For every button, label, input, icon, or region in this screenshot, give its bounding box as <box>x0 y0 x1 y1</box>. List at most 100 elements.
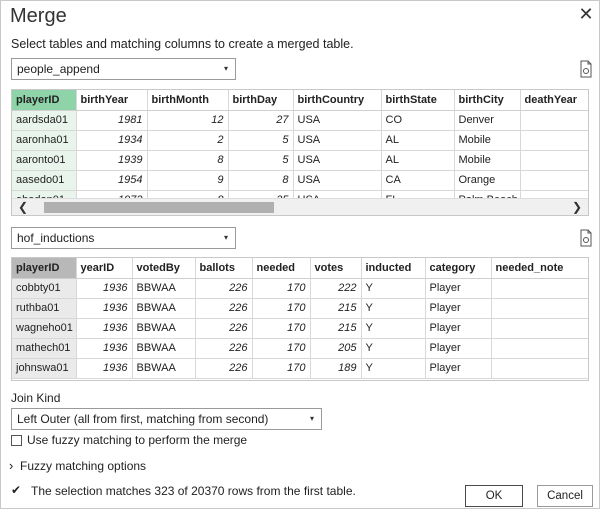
horizontal-scrollbar[interactable]: ❮ ❯ <box>12 198 588 215</box>
table-cell: 8 <box>228 170 294 191</box>
table-cell: 5 <box>228 130 294 151</box>
column-header[interactable]: birthCity <box>454 90 521 111</box>
second-table-select[interactable]: hof_inductions ▾ <box>11 227 236 249</box>
chevron-right-icon[interactable]: › <box>9 458 13 473</box>
column-header[interactable]: birthDay <box>228 90 294 111</box>
table-cell: Y <box>361 278 426 299</box>
table-cell: Player <box>425 338 492 359</box>
table-cell: 1981 <box>76 110 148 131</box>
table-cell <box>491 298 588 319</box>
table-cell: 226 <box>195 318 253 339</box>
table-cell: aaronha01 <box>12 130 77 151</box>
table-cell: Orange <box>454 170 521 191</box>
column-header[interactable]: votes <box>310 258 362 279</box>
table-row: aardsda0119811227USACODenvernull <box>12 110 588 131</box>
table-cell: johnswa01 <box>12 358 77 379</box>
table-cell: aaronto01 <box>12 150 77 171</box>
table-row: ruthba01 1936 BBWAA 226 170 215 Y Player <box>12 298 588 319</box>
table-cell: 226 <box>195 358 253 379</box>
chevron-down-icon: ▾ <box>223 64 228 73</box>
join-kind-value: Left Outer (all from first, matching fro… <box>17 412 269 426</box>
table-cell: BBWAA <box>132 358 196 379</box>
ok-button[interactable]: OK <box>465 485 523 507</box>
table-cell: 1936 <box>76 358 133 379</box>
table-cell: ruthba01 <box>12 298 77 319</box>
table-cell: 12 <box>147 110 229 131</box>
table-cell: 1936 <box>76 278 133 299</box>
column-header[interactable]: category <box>425 258 492 279</box>
table-cell: AL <box>381 130 455 151</box>
column-header[interactable]: playerID <box>12 258 77 279</box>
checkmark-icon: ✔ <box>11 483 22 497</box>
file-refresh-icon[interactable] <box>578 60 594 78</box>
table-row: johnswa01 1936 BBWAA 226 170 189 Y Player <box>12 358 588 379</box>
table-cell: mathech01 <box>12 338 77 359</box>
table-cell <box>491 318 588 339</box>
table-row: aaronha01193425USAALMobile2021 <box>12 130 588 151</box>
table-cell: BBWAA <box>132 278 196 299</box>
table-cell: null <box>520 170 588 191</box>
table-cell: USA <box>293 130 382 151</box>
column-header[interactable]: birthMonth <box>147 90 229 111</box>
close-icon[interactable]: ✕ <box>577 5 595 23</box>
scroll-left-icon[interactable]: ❮ <box>16 199 30 216</box>
first-table-preview[interactable]: playerID birthYear birthMonth birthDay birth… <box>11 89 589 216</box>
table-cell: USA <box>293 150 382 171</box>
first-table-select[interactable]: people_append ▾ <box>11 58 236 80</box>
table-cell: CA <box>381 170 455 191</box>
table-cell: 1939 <box>76 150 148 171</box>
column-header[interactable]: needed <box>252 258 311 279</box>
table-cell: aasedo01 <box>12 170 77 191</box>
column-header[interactable]: birthYear <box>76 90 148 111</box>
column-header[interactable]: ballots <box>195 258 253 279</box>
second-table-preview[interactable]: playerID yearID votedBy ballots needed votes i… <box>11 257 589 381</box>
table-cell: null <box>520 110 588 131</box>
table-cell: 9 <box>147 170 229 191</box>
scroll-right-icon[interactable]: ❯ <box>570 199 584 216</box>
table-cell: Mobile <box>454 150 521 171</box>
table-cell: 170 <box>252 358 311 379</box>
table-cell: Y <box>361 318 426 339</box>
table-cell: 8 <box>147 150 229 171</box>
table-cell: 170 <box>252 278 311 299</box>
join-kind-label: Join Kind <box>11 391 61 405</box>
join-kind-select[interactable]: Left Outer (all from first, matching fro… <box>11 408 322 430</box>
match-status-text: The selection matches 323 of 20370 rows … <box>31 484 356 498</box>
fuzzy-matching-checkbox[interactable] <box>11 435 22 446</box>
chevron-down-icon: ▾ <box>309 414 314 423</box>
table-row: wagneho01 1936 BBWAA 226 170 215 Y Player <box>12 318 588 339</box>
column-header[interactable]: birthCountry <box>293 90 382 111</box>
table-cell: Player <box>425 318 492 339</box>
column-header[interactable]: playerID <box>12 90 77 111</box>
table-cell: Player <box>425 358 492 379</box>
table-cell: USA <box>293 170 382 191</box>
file-refresh-icon[interactable] <box>578 229 594 247</box>
column-header[interactable]: birthState <box>381 90 455 111</box>
table-cell: 170 <box>252 338 311 359</box>
dialog-subtitle: Select tables and matching columns to cr… <box>11 37 354 51</box>
table-cell: 1936 <box>76 338 133 359</box>
table-cell: wagneho01 <box>12 318 77 339</box>
table-cell: 226 <box>195 278 253 299</box>
cancel-button[interactable]: Cancel <box>537 485 593 507</box>
first-table-select-value: people_append <box>17 62 100 76</box>
column-header[interactable]: needed_note <box>491 258 588 279</box>
table-cell: 222 <box>310 278 362 299</box>
column-header[interactable]: inducted <box>361 258 426 279</box>
table-cell: 27 <box>228 110 294 131</box>
table-cell: 170 <box>252 318 311 339</box>
table-cell: 215 <box>310 318 362 339</box>
table-cell: 170 <box>252 298 311 319</box>
column-header[interactable]: votedBy <box>132 258 196 279</box>
table-cell: aardsda01 <box>12 110 77 131</box>
fuzzy-matching-label: Use fuzzy matching to perform the merge <box>27 433 248 447</box>
fuzzy-options-toggle[interactable]: Fuzzy matching options <box>20 459 146 473</box>
scrollbar-thumb[interactable] <box>44 202 274 213</box>
table-cell: Y <box>361 358 426 379</box>
column-header[interactable]: yearID <box>76 258 133 279</box>
chevron-down-icon: ▾ <box>223 233 228 242</box>
table-cell: Y <box>361 338 426 359</box>
table-cell <box>491 358 588 379</box>
table-cell: 1934 <box>76 130 148 151</box>
column-header[interactable]: deathYear <box>520 90 588 111</box>
